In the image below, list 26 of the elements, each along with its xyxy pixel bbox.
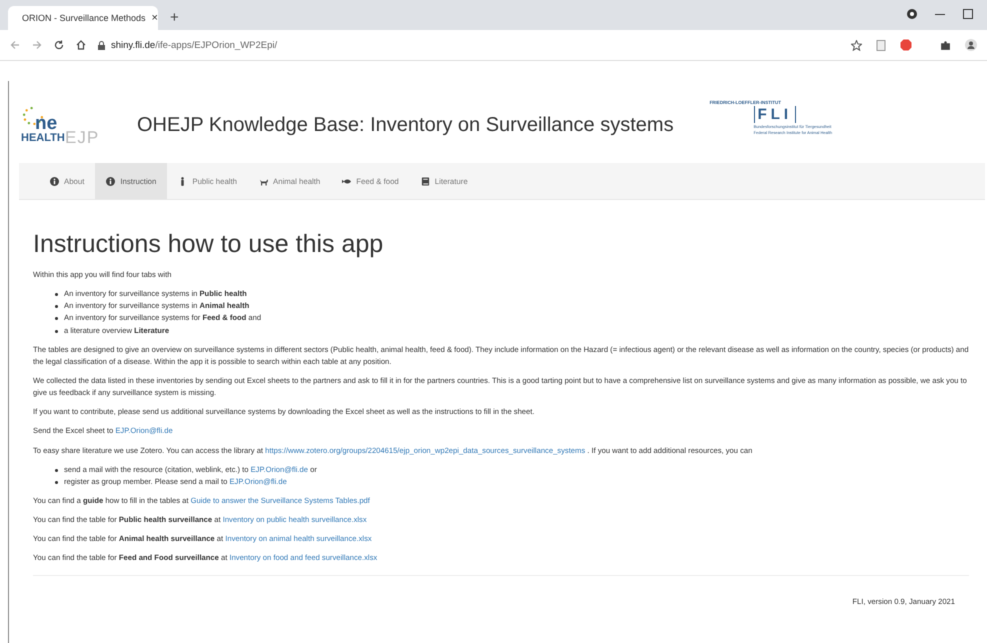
info-icon bbox=[106, 176, 116, 186]
address-bar[interactable]: shiny.fli.de/ife-apps/EJPOrion_WP2Epi/ bbox=[98, 34, 839, 56]
close-tab-button[interactable]: × bbox=[152, 12, 158, 24]
ad-block-icon[interactable] bbox=[900, 39, 912, 51]
book-icon bbox=[420, 176, 430, 186]
browser-tab[interactable]: ORION - Surveillance Methods × bbox=[8, 6, 158, 30]
page-heading: Instructions how to use this app bbox=[33, 229, 384, 260]
info-icon bbox=[50, 176, 59, 186]
star-icon[interactable] bbox=[851, 40, 862, 50]
bullet-icon bbox=[55, 305, 58, 308]
profile-indicator-icon[interactable] bbox=[907, 9, 917, 19]
bullet-icon bbox=[55, 317, 58, 320]
avatar-icon[interactable] bbox=[965, 39, 977, 51]
bullet-icon bbox=[55, 293, 58, 296]
tab-title: ORION - Surveillance Methods bbox=[22, 13, 146, 23]
home-icon[interactable] bbox=[76, 40, 86, 50]
lock-icon bbox=[98, 40, 105, 50]
app-title: OHEJP Knowledge Base: Inventory on Surveillance systems bbox=[137, 114, 674, 136]
document-icon[interactable] bbox=[876, 40, 886, 50]
bullet-icon bbox=[55, 468, 58, 472]
fish-icon bbox=[342, 176, 352, 186]
maximize-icon[interactable] bbox=[963, 9, 973, 19]
bullet-icon bbox=[55, 480, 58, 484]
new-tab-button[interactable]: + bbox=[170, 9, 179, 26]
reload-icon[interactable] bbox=[54, 40, 64, 50]
bullet-icon bbox=[55, 330, 58, 333]
